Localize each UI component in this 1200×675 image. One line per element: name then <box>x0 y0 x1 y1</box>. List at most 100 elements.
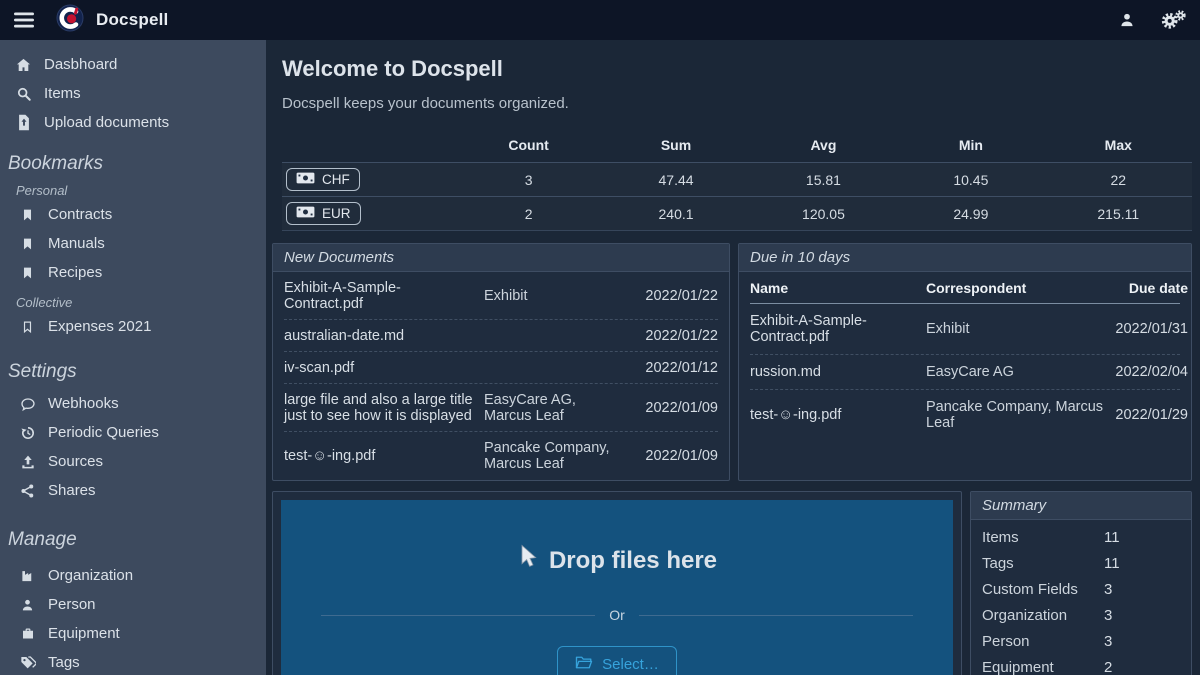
document-correspondent: EasyCare AG, Marcus Leaf <box>484 392 626 424</box>
sidebar-item-label: Webhooks <box>48 395 119 412</box>
summary-row: Custom Fields 3 <box>982 576 1180 602</box>
document-name-link[interactable]: iv-scan.pdf <box>284 360 476 376</box>
stats-header-max: Max <box>1045 132 1192 163</box>
sidebar: Dasbhoard Items Upload documents Bookmar… <box>0 40 266 675</box>
sidebar-item-label: Upload documents <box>44 114 169 131</box>
document-date: 2022/01/22 <box>634 288 718 304</box>
due-item-date: 2022/01/29 <box>1111 407 1188 423</box>
sidebar-item-items[interactable]: Items <box>0 79 266 108</box>
sidebar-item-shares[interactable]: Shares <box>0 476 266 505</box>
document-row: iv-scan.pdf 2022/01/12 <box>284 351 718 383</box>
settings-menu-button[interactable] <box>1160 10 1186 30</box>
due-table-header: Name Correspondent Due date <box>750 274 1180 304</box>
page-title: Welcome to Docspell <box>282 56 1192 82</box>
new-documents-title: New Documents <box>273 244 729 272</box>
bookmark-item-expenses-2021[interactable]: Expenses 2021 <box>0 312 266 341</box>
summary-label: Custom Fields <box>982 581 1104 598</box>
due-item-date: 2022/02/04 <box>1111 364 1188 380</box>
document-row: test-☺-ing.pdf Pancake Company, Marcus L… <box>284 431 718 479</box>
sidebar-item-sources[interactable]: Sources <box>0 447 266 476</box>
summary-title: Summary <box>971 492 1191 520</box>
brand[interactable]: Docspell <box>56 4 168 36</box>
stats-header-row: Count Sum Avg Min Max <box>282 132 1192 163</box>
document-row: Exhibit-A-Sample-Contract.pdf Exhibit 20… <box>284 272 718 319</box>
sidebar-item-dashboard[interactable]: Dasbhoard <box>0 50 266 79</box>
stat-avg: 15.81 <box>750 163 897 197</box>
stat-max: 22 <box>1045 163 1192 197</box>
sidebar-item-periodic-queries[interactable]: Periodic Queries <box>0 418 266 447</box>
document-name-link[interactable]: Exhibit-A-Sample-Contract.pdf <box>284 280 476 312</box>
bookmark-item-label: Recipes <box>48 264 102 281</box>
hamburger-menu-icon[interactable] <box>14 12 34 28</box>
sidebar-item-label: Organization <box>48 567 133 584</box>
summary-label: Tags <box>982 555 1104 572</box>
stats-header-sum: Sum <box>602 132 749 163</box>
bookmark-item-recipes[interactable]: Recipes <box>0 258 266 287</box>
sidebar-item-webhooks[interactable]: Webhooks <box>0 389 266 418</box>
bookmark-item-label: Manuals <box>48 235 105 252</box>
document-correspondent: Pancake Company, Marcus Leaf <box>484 440 626 472</box>
sidebar-item-organization[interactable]: Organization <box>0 561 266 590</box>
due-header-name: Name <box>750 280 922 296</box>
document-row: australian-date.md 2022/01/22 <box>284 319 718 351</box>
select-files-button[interactable]: Select… <box>557 646 677 675</box>
bookmarks-collective-label: Collective <box>16 295 266 310</box>
stat-avg: 120.05 <box>750 197 897 231</box>
due-header-correspondent: Correspondent <box>926 280 1107 296</box>
file-dropzone[interactable]: Drop files here Or <box>281 500 953 675</box>
document-name-link[interactable]: large file and also a large title just t… <box>284 392 476 424</box>
stat-max: 215.11 <box>1045 197 1192 231</box>
summary-value: 3 <box>1104 581 1112 598</box>
toolbox-icon <box>18 626 37 641</box>
stat-sum: 47.44 <box>602 163 749 197</box>
due-table-row: test-☺-ing.pdf Pancake Company, Marcus L… <box>750 389 1180 440</box>
summary-value: 3 <box>1104 607 1112 624</box>
main-content: Welcome to Docspell Docspell keeps your … <box>266 40 1200 675</box>
currency-badge-eur: EUR <box>286 202 361 225</box>
sidebar-item-tags[interactable]: Tags <box>0 648 266 675</box>
sidebar-item-upload-documents[interactable]: Upload documents <box>0 108 266 137</box>
app-title: Docspell <box>96 10 168 30</box>
bookmark-item-manuals[interactable]: Manuals <box>0 229 266 258</box>
sidebar-item-label: Person <box>48 596 96 613</box>
bookmark-item-label: Contracts <box>48 206 112 223</box>
comment-icon <box>18 396 37 412</box>
due-item-correspondent: EasyCare AG <box>926 364 1107 380</box>
search-icon <box>14 86 33 102</box>
file-upload-icon <box>14 114 33 131</box>
docspell-logo <box>56 4 84 36</box>
stats-header-empty <box>282 132 455 163</box>
topbar: Docspell <box>0 0 1200 40</box>
bookmarks-heading: Bookmarks <box>8 153 266 175</box>
mouse-pointer-icon <box>517 544 537 577</box>
bookmark-item-contracts[interactable]: Contracts <box>0 200 266 229</box>
due-item-name-link[interactable]: russion.md <box>750 364 922 380</box>
sidebar-item-person[interactable]: Person <box>0 590 266 619</box>
due-item-date: 2022/01/31 <box>1111 321 1188 337</box>
currency-code: CHF <box>322 172 350 187</box>
document-name-link[interactable]: test-☺-ing.pdf <box>284 448 476 464</box>
due-in-10-days-panel: Due in 10 days Name Correspondent Due da… <box>738 243 1192 481</box>
tags-icon <box>18 655 37 671</box>
summary-row: Items 11 <box>982 524 1180 550</box>
stat-count: 3 <box>455 163 602 197</box>
summary-value: 11 <box>1104 529 1120 546</box>
summary-panel: Summary Items 11 Tags 11 Custom Fields 3 <box>970 491 1192 675</box>
due-item-name-link[interactable]: test-☺-ing.pdf <box>750 407 922 423</box>
stats-header-avg: Avg <box>750 132 897 163</box>
bookmark-outline-icon <box>18 319 37 335</box>
document-name-link[interactable]: australian-date.md <box>284 328 476 344</box>
sidebar-item-label: Dasbhoard <box>44 56 117 73</box>
due-item-name-link[interactable]: Exhibit-A-Sample-Contract.pdf <box>750 313 922 345</box>
bookmark-icon <box>18 207 37 223</box>
upload-icon <box>18 454 37 470</box>
bookmark-icon <box>18 265 37 281</box>
history-icon <box>18 425 37 441</box>
user-menu-button[interactable] <box>1118 11 1136 29</box>
document-row: large file and also a large title just t… <box>284 383 718 431</box>
stats-row-eur: EUR 2 240.1 120.05 24.99 215.11 <box>282 197 1192 231</box>
sidebar-item-equipment[interactable]: Equipment <box>0 619 266 648</box>
page-subtitle: Docspell keeps your documents organized. <box>282 95 1192 112</box>
currency-code: EUR <box>322 206 351 221</box>
summary-label: Equipment <box>982 659 1104 675</box>
